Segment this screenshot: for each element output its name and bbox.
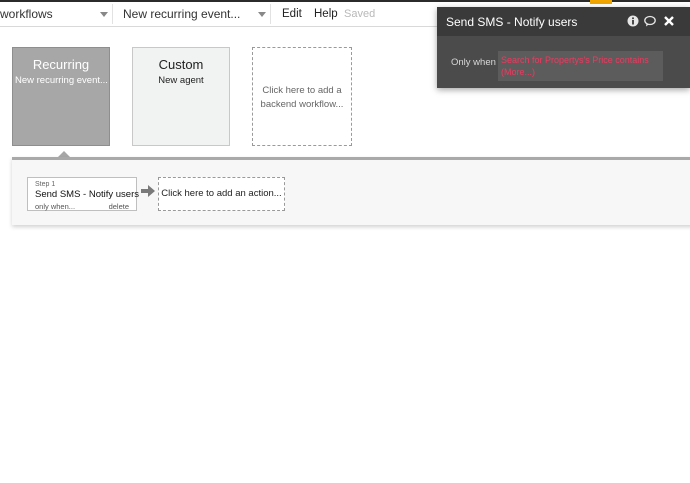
chevron-down-icon <box>258 12 266 17</box>
page-dropdown-label: workflows <box>0 7 53 21</box>
workflow-dropdown-label: New recurring event... <box>123 7 241 21</box>
edit-menu[interactable]: Edit <box>282 8 302 20</box>
event-card-subtitle: New agent <box>158 75 204 86</box>
accent-tab <box>590 0 612 4</box>
toolbar-top-border <box>0 0 690 2</box>
help-menu[interactable]: Help <box>314 8 338 20</box>
saved-status: Saved <box>344 8 376 20</box>
arrow-right-icon <box>141 185 155 197</box>
add-action-button[interactable]: Click here to add an action... <box>158 177 285 211</box>
event-card-title: Custom <box>158 57 204 72</box>
workflow-dropdown[interactable]: New recurring event... <box>117 4 271 24</box>
add-backend-workflow-text: Click here to add a backend workflow... <box>260 85 344 110</box>
add-backend-workflow-card[interactable]: Click here to add a backend workflow... <box>252 47 352 146</box>
step-name: Send SMS - Notify users <box>35 189 140 200</box>
event-card-custom[interactable]: Custom New agent <box>132 47 230 146</box>
condition-expression-text: Search for Propertys's Price contains <box>501 55 649 65</box>
action-property-editor: Send SMS - Notify users Only when Search… <box>437 7 690 88</box>
only-when-label: Only when <box>451 57 496 68</box>
chevron-down-icon <box>100 12 108 17</box>
info-icon[interactable] <box>627 15 639 27</box>
step-delete-link[interactable]: delete <box>109 202 129 211</box>
workflow-steps-panel: Step 1 Send SMS - Notify users only when… <box>12 157 690 225</box>
popup-header: Send SMS - Notify users <box>437 7 690 36</box>
step-card[interactable]: Step 1 Send SMS - Notify users only when… <box>27 177 140 211</box>
step-only-when-link[interactable]: only when... <box>35 202 75 211</box>
popup-title: Send SMS - Notify users <box>446 15 578 29</box>
page-dropdown[interactable]: workflows <box>0 4 113 24</box>
condition-expression-field[interactable]: Search for Propertys's Price contains (M… <box>498 51 663 81</box>
event-card-recurring[interactable]: Recurring New recurring event... <box>12 47 110 146</box>
condition-more-link[interactable]: (More...) <box>501 66 660 78</box>
event-card-title: Recurring <box>32 57 90 72</box>
event-card-subtitle: New recurring event... <box>15 75 108 86</box>
close-icon[interactable] <box>663 15 675 27</box>
step-number: Step 1 <box>35 181 56 188</box>
comment-icon[interactable] <box>644 15 656 27</box>
